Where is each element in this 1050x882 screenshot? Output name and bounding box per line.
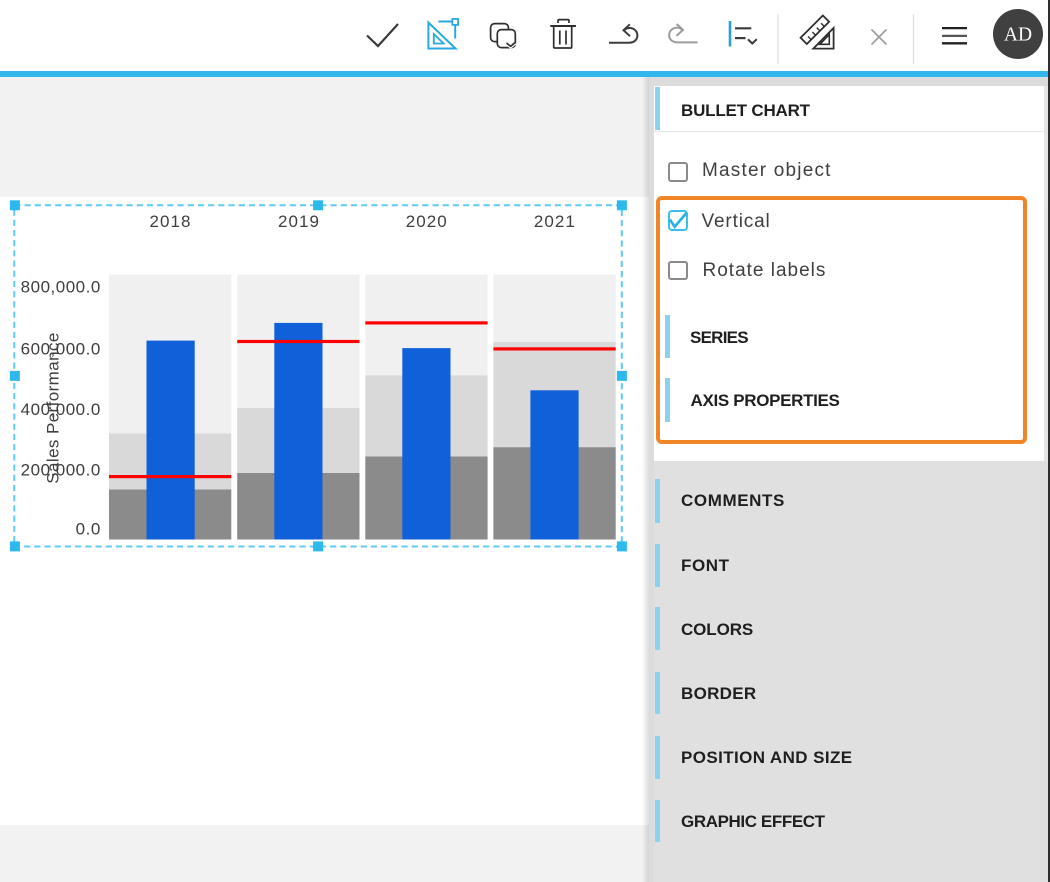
svg-text:2018: 2018 (149, 212, 191, 231)
svg-text:2021: 2021 (534, 212, 576, 231)
svg-text:Sales Performance: Sales Performance (43, 332, 62, 483)
svg-text:2019: 2019 (278, 212, 320, 231)
svg-text:0.0: 0.0 (76, 520, 101, 539)
svg-text:2020: 2020 (406, 212, 448, 231)
svg-text:800,000.0: 800,000.0 (21, 277, 101, 296)
svg-text:AD: AD (1004, 25, 1032, 46)
